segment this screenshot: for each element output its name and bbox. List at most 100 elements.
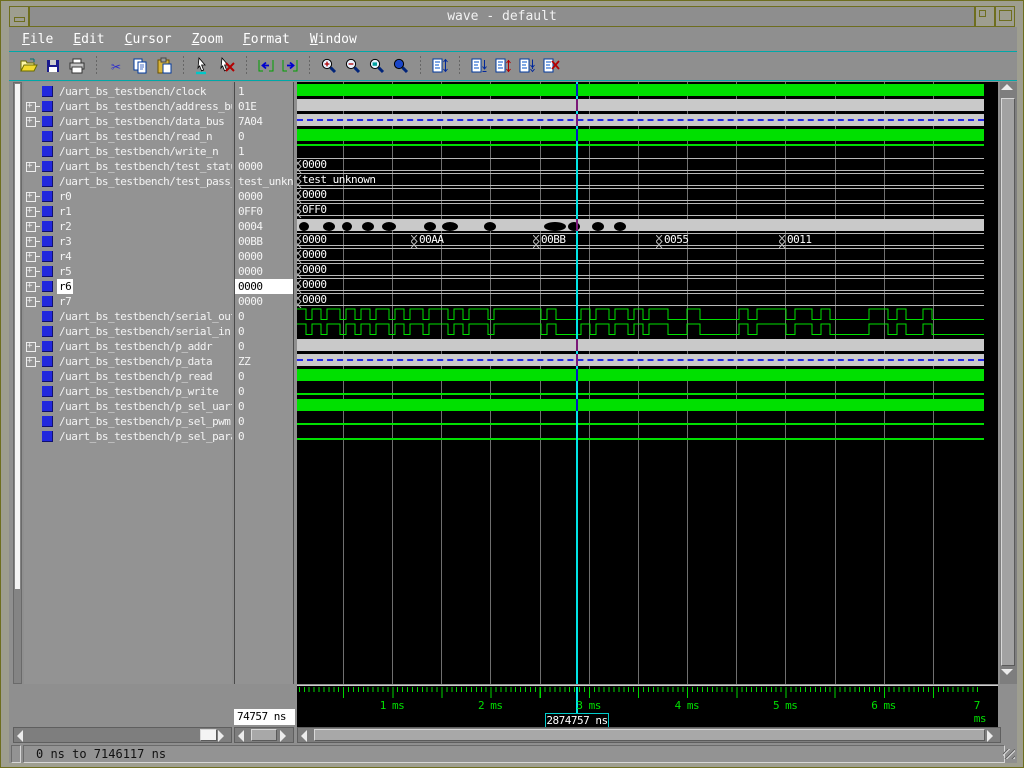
- cursor-line[interactable]: [576, 82, 578, 684]
- move-up-down-button[interactable]: [491, 55, 515, 77]
- values-hscrollbar[interactable]: [234, 727, 294, 743]
- names-hscrollbar[interactable]: [13, 727, 232, 743]
- scroll-right-arrow[interactable]: [216, 729, 231, 741]
- signal-name-row[interactable]: /uart_bs_testbench/clock: [24, 84, 232, 99]
- scrollbar-thumb[interactable]: [314, 729, 985, 741]
- wave-row-r7[interactable]: 0000: [297, 292, 984, 307]
- scrollbar-thumb[interactable]: [15, 84, 20, 589]
- signal-names-pane[interactable]: /uart_bs_testbench/clock+/uart_bs_testbe…: [24, 82, 232, 684]
- wave-row-serial_out[interactable]: [297, 307, 984, 322]
- expand-toggle[interactable]: +: [26, 282, 40, 291]
- signal-value[interactable]: 0: [235, 309, 293, 324]
- signal-name-row[interactable]: /uart_bs_testbench/p_read: [24, 369, 232, 384]
- signal-value[interactable]: 00BB: [235, 234, 293, 249]
- signal-name-row[interactable]: +r5: [24, 264, 232, 279]
- signal-value[interactable]: 0: [235, 399, 293, 414]
- menu-format[interactable]: Format: [240, 29, 293, 51]
- signal-value[interactable]: 1: [235, 144, 293, 159]
- signal-value[interactable]: 0000: [235, 294, 293, 309]
- expand-toggle[interactable]: +: [26, 342, 40, 351]
- expand-toggle[interactable]: +: [26, 102, 40, 111]
- signal-value[interactable]: 0000: [235, 249, 293, 264]
- cut-button[interactable]: ✂: [104, 55, 128, 77]
- expand-toggle[interactable]: +: [26, 117, 40, 126]
- signal-name-row[interactable]: +/uart_bs_testbench/p_addr: [24, 339, 232, 354]
- scroll-left-arrow[interactable]: [299, 729, 314, 741]
- signal-name-row[interactable]: /uart_bs_testbench/p_sel_para: [24, 429, 232, 444]
- signal-value[interactable]: 0: [235, 369, 293, 384]
- zoom-area-button[interactable]: [365, 55, 389, 77]
- signal-value[interactable]: 0004: [235, 219, 293, 234]
- wave-row-p_sel_para[interactable]: [297, 427, 984, 442]
- signal-value[interactable]: ZZ: [235, 354, 293, 369]
- scrollbar-thumb[interactable]: [200, 729, 217, 741]
- signal-name-row[interactable]: /uart_bs_testbench/write_n: [24, 144, 232, 159]
- signal-value[interactable]: 0: [235, 324, 293, 339]
- signal-value[interactable]: 0: [235, 429, 293, 444]
- scroll-right-arrow[interactable]: [278, 729, 293, 741]
- signal-name-row[interactable]: +r4: [24, 249, 232, 264]
- delete-cursor-button[interactable]: [215, 55, 239, 77]
- add-cursor-button[interactable]: [191, 55, 215, 77]
- wave-row-r5[interactable]: 0000: [297, 262, 984, 277]
- expand-toggle[interactable]: +: [26, 192, 40, 201]
- copy-button[interactable]: [128, 55, 152, 77]
- minimize-button[interactable]: [975, 6, 995, 27]
- signal-value[interactable]: 0000: [235, 264, 293, 279]
- wave-row-address_bu[interactable]: [297, 97, 984, 112]
- names-vertical-scrollbar[interactable]: [13, 82, 22, 684]
- signal-value[interactable]: 1: [235, 84, 293, 99]
- signal-value[interactable]: 0FF0: [235, 204, 293, 219]
- signal-value[interactable]: 0000: [235, 279, 293, 294]
- signal-name-row[interactable]: +r1: [24, 204, 232, 219]
- wave-row-r4[interactable]: 0000: [297, 247, 984, 262]
- signal-name-row[interactable]: +/uart_bs_testbench/address_bu: [24, 99, 232, 114]
- time-ruler[interactable]: 2874757 ns 1 ms2 ms3 ms4 ms5 ms6 ms7 ms: [297, 685, 998, 729]
- wave-row-test_pass_[interactable]: test_unknown: [297, 172, 984, 187]
- signal-value[interactable]: test_unknown: [235, 174, 293, 189]
- signal-name-row[interactable]: /uart_bs_testbench/p_write: [24, 384, 232, 399]
- signal-name-row[interactable]: +r0: [24, 189, 232, 204]
- window-menu-button[interactable]: [9, 6, 29, 27]
- zoom-in-button[interactable]: [317, 55, 341, 77]
- scroll-left-arrow[interactable]: [236, 729, 251, 741]
- wave-row-write_n[interactable]: [297, 142, 984, 157]
- menu-zoom[interactable]: Zoom: [189, 29, 226, 51]
- wave-row-p_write[interactable]: [297, 382, 984, 397]
- signal-name-row[interactable]: /uart_bs_testbench/test_pass_: [24, 174, 232, 189]
- wave-row-data_bus[interactable]: [297, 112, 984, 127]
- signal-name-row[interactable]: +r2: [24, 219, 232, 234]
- signal-name-row[interactable]: +/uart_bs_testbench/data_bus: [24, 114, 232, 129]
- wave-hscrollbar[interactable]: [297, 727, 1001, 743]
- scroll-right-arrow[interactable]: [985, 729, 1000, 741]
- signal-value[interactable]: 0: [235, 129, 293, 144]
- signal-value[interactable]: 0: [235, 339, 293, 354]
- wave-row-r0[interactable]: 0000: [297, 187, 984, 202]
- signal-name-row[interactable]: +r3: [24, 234, 232, 249]
- wave-row-clock[interactable]: [297, 82, 984, 97]
- expand-toggle[interactable]: +: [26, 222, 40, 231]
- expand-toggle[interactable]: +: [26, 162, 40, 171]
- wave-row-p_sel_uart[interactable]: [297, 397, 984, 412]
- delete-selected-button[interactable]: [539, 55, 563, 77]
- wave-row-r1[interactable]: 0FF0: [297, 202, 984, 217]
- scrollbar-thumb[interactable]: [1001, 98, 1015, 666]
- scroll-up-arrow[interactable]: [1001, 83, 1014, 96]
- expand-toggle[interactable]: +: [26, 267, 40, 276]
- menu-file[interactable]: File: [19, 29, 56, 51]
- scrollbar-thumb[interactable]: [251, 729, 277, 741]
- wave-vertical-scrollbar[interactable]: [1000, 82, 1017, 684]
- find-next-transition-button[interactable]: [278, 55, 302, 77]
- expand-toggle[interactable]: +: [26, 357, 40, 366]
- wave-row-p_addr[interactable]: [297, 337, 984, 352]
- wave-row-p_read[interactable]: [297, 367, 984, 382]
- signal-value[interactable]: 7A04: [235, 114, 293, 129]
- wave-row-r6[interactable]: 0000: [297, 277, 984, 292]
- wave-row-read_n[interactable]: [297, 127, 984, 142]
- scroll-down-arrow[interactable]: [1001, 669, 1014, 682]
- signal-name-row[interactable]: +/uart_bs_testbench/p_data: [24, 354, 232, 369]
- menu-cursor[interactable]: Cursor: [122, 29, 175, 51]
- signal-value[interactable]: 01E: [235, 99, 293, 114]
- open-button[interactable]: [17, 55, 41, 77]
- menu-edit[interactable]: Edit: [70, 29, 107, 51]
